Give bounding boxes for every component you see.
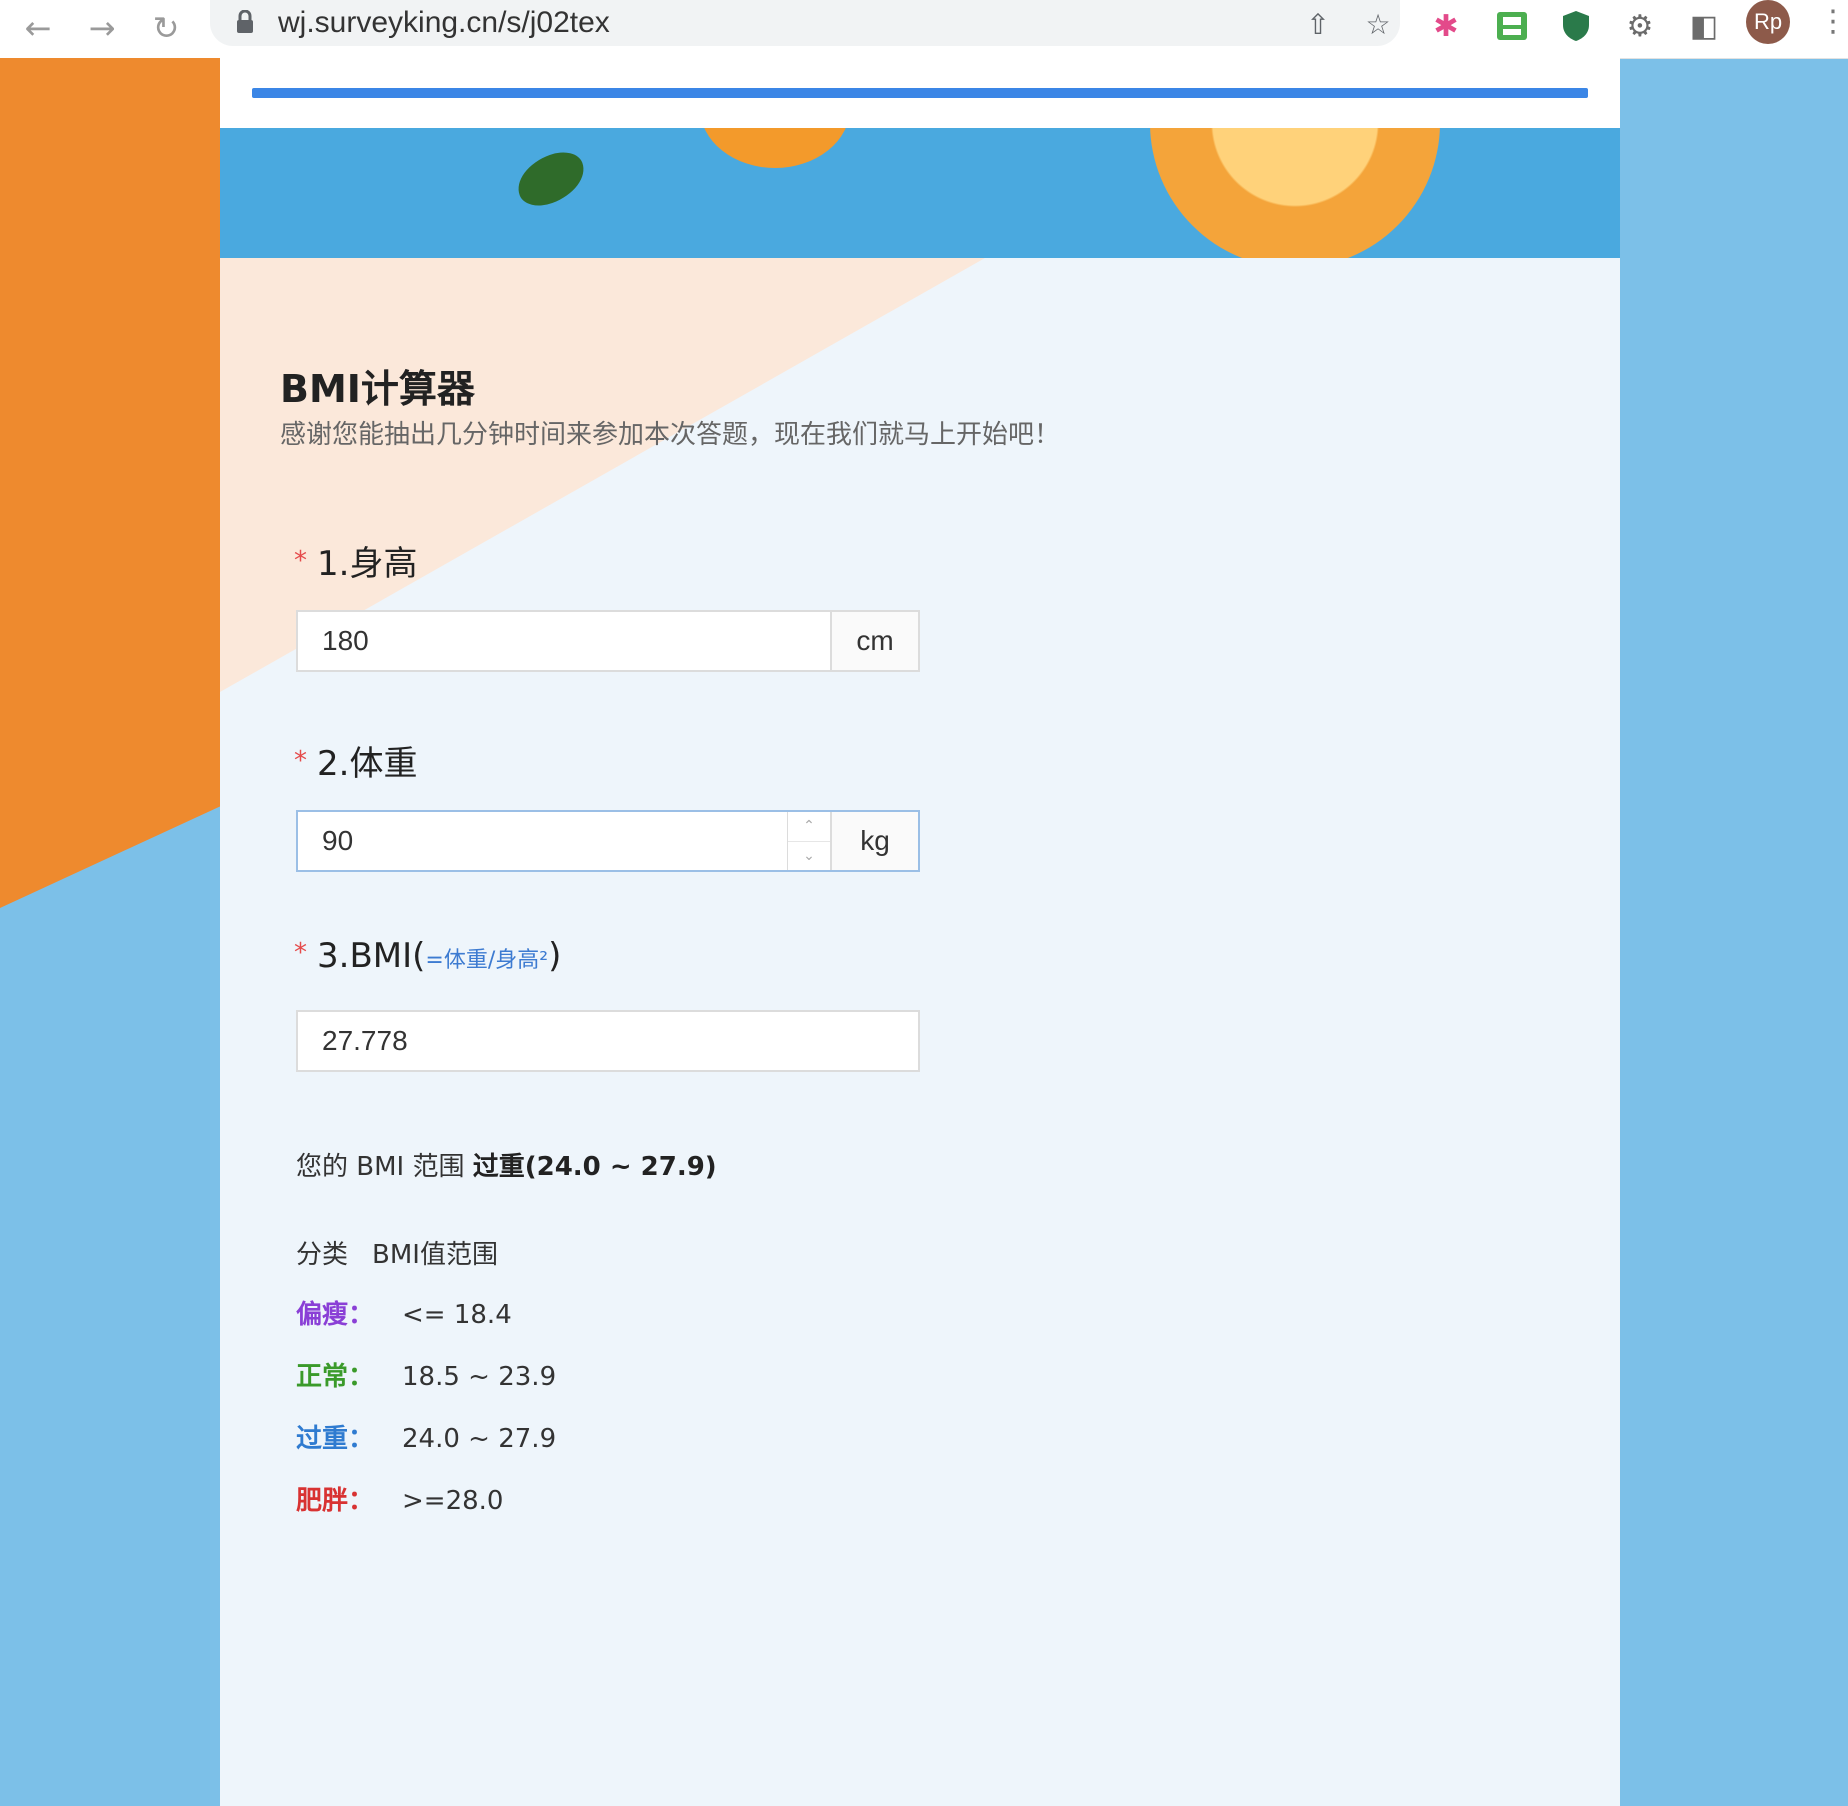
forward-arrow-icon[interactable]: → bbox=[80, 6, 124, 50]
survey-subtitle: 感谢您能抽出几分钟时间来参加本次答题，现在我们就马上开始吧！ bbox=[280, 420, 1061, 450]
extension-shield-icon[interactable] bbox=[1558, 8, 1594, 44]
extensions-puzzle-icon[interactable]: ⚙ bbox=[1622, 8, 1658, 44]
survey-title: BMI计算器 bbox=[280, 367, 475, 411]
leaf-image bbox=[510, 145, 592, 213]
height-unit: cm bbox=[830, 612, 918, 670]
progress-bar bbox=[252, 88, 1588, 98]
side-panel-icon[interactable]: ◧ bbox=[1686, 8, 1722, 44]
survey-card: BMI计算器 感谢您能抽出几分钟时间来参加本次答题，现在我们就马上开始吧！ * 1… bbox=[220, 58, 1620, 1806]
extension-pinwheel-icon[interactable]: ✱ bbox=[1428, 8, 1464, 44]
bmi-range-row: 肥胖： >=28.0 bbox=[296, 1486, 504, 1516]
weight-stepper[interactable]: ⌃ ⌄ bbox=[787, 812, 830, 870]
bmi-output-field[interactable]: 27.778 bbox=[296, 1010, 920, 1072]
url-text[interactable]: wj.surveyking.cn/s/j02tex bbox=[278, 6, 610, 40]
address-bar[interactable]: wj.surveyking.cn/s/j02tex ⇧ ☆ bbox=[210, 0, 1400, 46]
bmi-result-category: 过重(24.0 ~ 27.9) bbox=[472, 1152, 717, 1182]
stepper-down-icon[interactable]: ⌄ bbox=[788, 842, 830, 871]
background-orange-shape bbox=[0, 58, 221, 908]
share-icon[interactable]: ⇧ bbox=[1300, 6, 1336, 42]
bmi-category-underweight: 偏瘦： bbox=[296, 1300, 375, 1330]
orange-half-image bbox=[1150, 128, 1440, 258]
bmi-category-obese: 肥胖： bbox=[296, 1486, 375, 1516]
bmi-result-text: 您的 BMI 范围 过重(24.0 ~ 27.9) bbox=[296, 1152, 717, 1182]
height-input[interactable]: 180 cm bbox=[296, 610, 920, 672]
lock-icon bbox=[236, 9, 254, 38]
back-arrow-icon[interactable]: ← bbox=[16, 6, 60, 50]
reload-icon[interactable]: ↻ bbox=[144, 6, 188, 50]
bmi-value: 27.778 bbox=[322, 1025, 408, 1056]
height-value[interactable]: 180 bbox=[298, 612, 830, 670]
bmi-category-overweight: 过重： bbox=[296, 1424, 375, 1454]
question-bmi-label: * 3.BMI(=体重/身高²) bbox=[294, 936, 562, 976]
header-banner-image bbox=[220, 128, 1620, 258]
question-height-label: * 1.身高 bbox=[294, 544, 418, 584]
bmi-table-header: 分类 BMI值范围 bbox=[296, 1240, 498, 1270]
bmi-range-row: 过重： 24.0 ~ 27.9 bbox=[296, 1424, 557, 1454]
bmi-formula-hint: =体重/身高² bbox=[425, 948, 549, 973]
extension-printer-icon[interactable] bbox=[1494, 8, 1530, 44]
required-star: * bbox=[294, 546, 307, 576]
bmi-range-row: 正常： 18.5 ~ 23.9 bbox=[296, 1362, 557, 1392]
required-star: * bbox=[294, 746, 307, 776]
weight-unit: kg bbox=[830, 812, 918, 870]
orange-slice-image bbox=[700, 128, 850, 168]
profile-avatar[interactable]: Rp bbox=[1746, 0, 1790, 44]
stepper-up-icon[interactable]: ⌃ bbox=[788, 812, 830, 842]
menu-kebab-icon[interactable]: ⋮ bbox=[1818, 4, 1848, 39]
weight-input[interactable]: 90 ⌃ ⌄ kg bbox=[296, 810, 920, 872]
weight-value[interactable]: 90 bbox=[298, 812, 787, 870]
question-weight-label: * 2.体重 bbox=[294, 744, 418, 784]
bmi-range-row: 偏瘦： <= 18.4 bbox=[296, 1300, 512, 1330]
browser-toolbar: ← → ↻ wj.surveyking.cn/s/j02tex ⇧ ☆ ✱ ⚙ … bbox=[0, 0, 1848, 59]
bmi-category-normal: 正常： bbox=[296, 1362, 375, 1392]
bookmark-star-icon[interactable]: ☆ bbox=[1360, 6, 1396, 42]
required-star: * bbox=[294, 938, 307, 968]
progress-header bbox=[220, 58, 1620, 128]
progress-fill bbox=[252, 88, 1588, 98]
